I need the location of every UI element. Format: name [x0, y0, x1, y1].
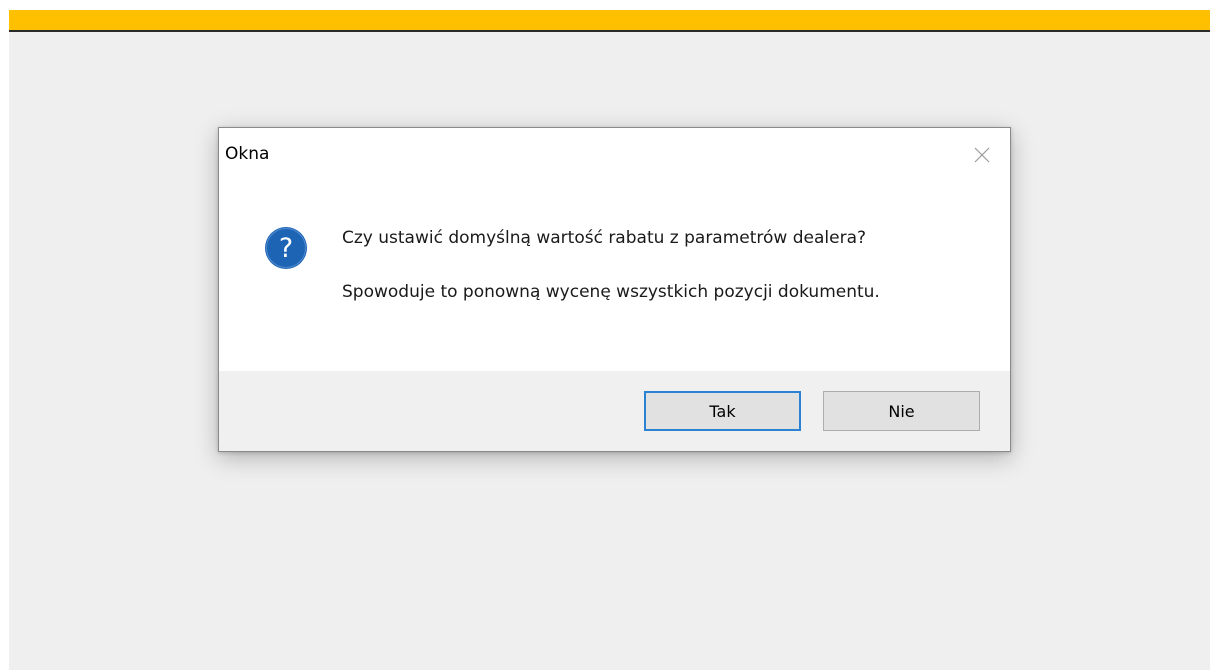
question-icon: ?	[265, 227, 307, 269]
message-dialog: Okna ? Czy ustawić domyślną wartość raba…	[218, 127, 1011, 452]
dialog-detail: Spowoduje to ponowną wycenę wszystkich p…	[342, 282, 880, 302]
svg-text:?: ?	[279, 233, 293, 264]
dialog-message: Czy ustawić domyślną wartość rabatu z pa…	[342, 228, 867, 248]
close-button[interactable]	[967, 140, 997, 170]
dialog-title: Okna	[225, 144, 270, 164]
app-window: Okna ? Czy ustawić domyślną wartość raba…	[9, 10, 1210, 670]
dialog-footer: Tak Nie	[219, 371, 1010, 451]
no-button[interactable]: Nie	[823, 391, 980, 431]
yes-button[interactable]: Tak	[644, 391, 801, 431]
top-bar	[9, 10, 1210, 32]
close-icon	[974, 147, 990, 163]
